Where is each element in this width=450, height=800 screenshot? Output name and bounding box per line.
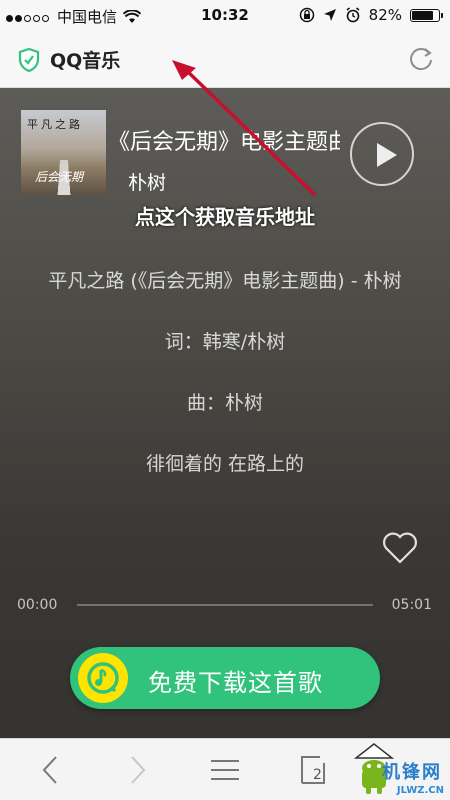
- forward-icon[interactable]: [120, 753, 154, 787]
- refresh-icon[interactable]: [406, 44, 436, 74]
- qq-music-logo-icon: [78, 653, 128, 703]
- lyric-line: 平凡之路 (《后会无期》电影主题曲) - 朴树: [48, 270, 402, 292]
- back-icon[interactable]: [34, 753, 68, 787]
- watermark-url: JLWZ.CN: [396, 785, 444, 796]
- menu-icon[interactable]: [208, 753, 242, 787]
- song-artist: 朴树: [128, 172, 167, 194]
- status-bar: 中国电信 10:32 82%: [0, 0, 450, 32]
- alarm-icon: [346, 7, 360, 23]
- battery-icon: [410, 8, 443, 22]
- battery-percent: 82%: [368, 6, 402, 24]
- brand[interactable]: QQ音乐: [18, 46, 120, 73]
- heart-icon[interactable]: [382, 531, 418, 565]
- cover-script: 后会无期: [35, 170, 84, 184]
- player-panel: 平凡之路 后会无期 《后会无期》电影主题曲 朴树 点这个获取音乐地址 平凡之路 …: [0, 88, 450, 738]
- lyric-line: 曲：朴树: [186, 392, 263, 414]
- app-header: QQ音乐: [0, 32, 450, 88]
- download-song-button[interactable]: 免费下载这首歌: [70, 647, 380, 709]
- app-name: QQ音乐: [50, 50, 121, 72]
- progress-bar[interactable]: [77, 604, 373, 606]
- shield-check-icon: [18, 47, 40, 72]
- rotation-lock-icon: [299, 7, 314, 23]
- cover-title: 平凡之路: [27, 118, 83, 131]
- lyric-line: 徘徊着的 在路上的: [145, 453, 305, 475]
- total-time: 05:01: [391, 597, 432, 613]
- lyric-line: 词：韩寒/朴树: [164, 331, 286, 353]
- browser-toolbar: 2 机锋网 JLWZ.CN: [0, 738, 450, 800]
- watermark-logo: 机锋网 JLWZ.CN: [352, 740, 448, 798]
- annotation-text: 点这个获取音乐地址: [135, 205, 315, 229]
- album-cover: 平凡之路 后会无期: [21, 110, 106, 195]
- download-button-label: 免费下载这首歌: [148, 669, 323, 697]
- battery-level: [412, 10, 433, 20]
- status-icons: 82%: [299, 6, 443, 24]
- tab-count: 2: [313, 767, 322, 783]
- watermark-cn: 机锋网: [382, 762, 442, 783]
- location-icon: [323, 9, 336, 21]
- tabs-button[interactable]: 2: [296, 753, 330, 787]
- play-button[interactable]: [350, 122, 414, 186]
- current-time: 00:00: [17, 597, 58, 613]
- song-title: 《后会无期》电影主题曲: [118, 130, 340, 155]
